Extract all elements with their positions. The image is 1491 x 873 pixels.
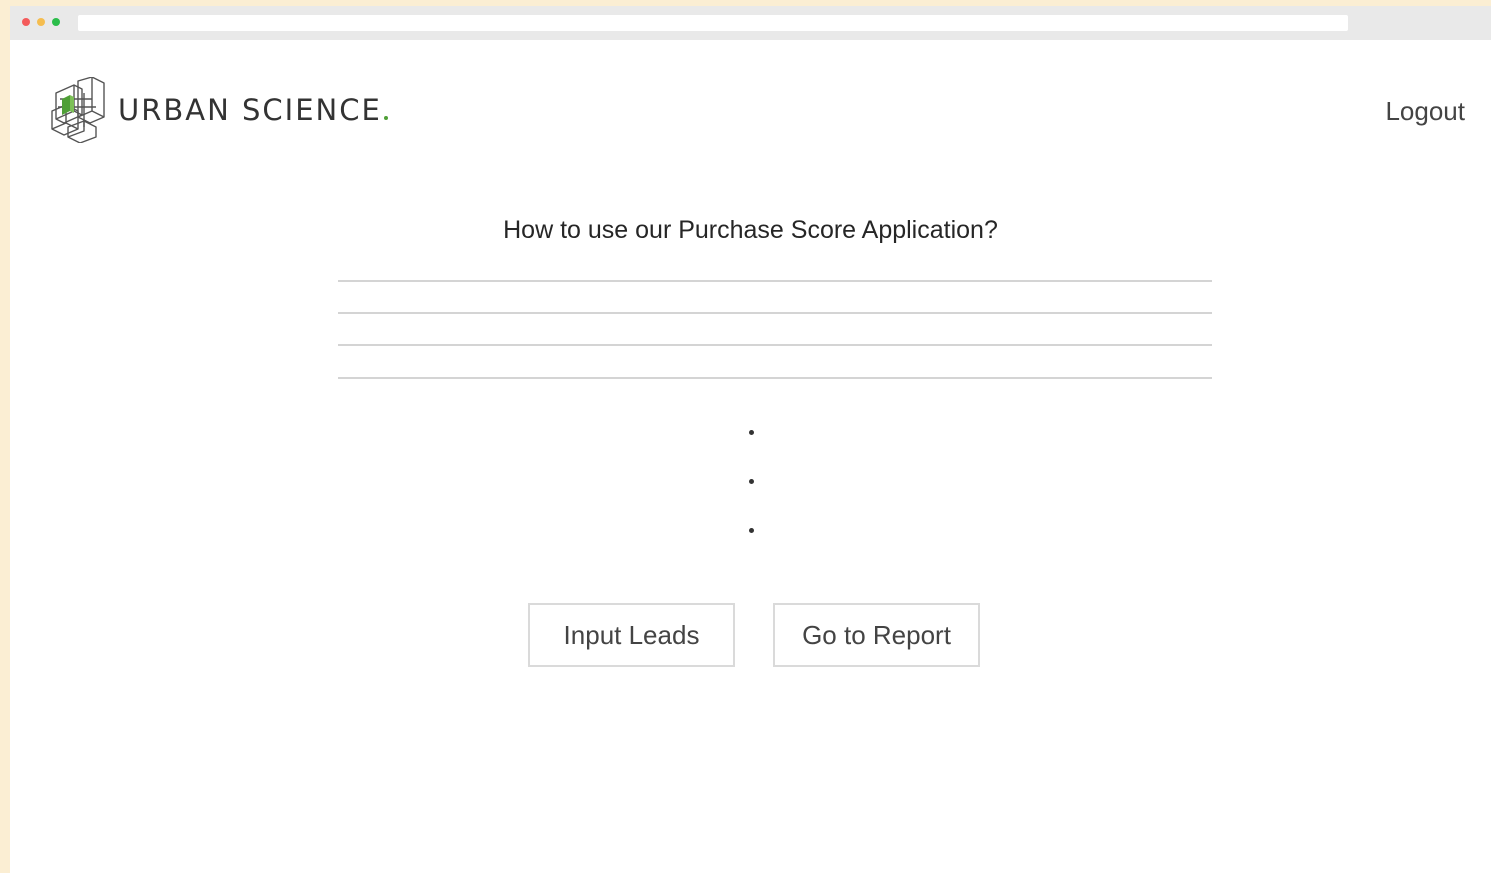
minimize-window-icon[interactable] <box>37 18 45 26</box>
urban-science-logo-icon <box>51 77 105 143</box>
bullet-point <box>749 430 754 435</box>
close-window-icon[interactable] <box>22 18 30 26</box>
browser-titlebar <box>10 6 1491 40</box>
divider-line <box>338 280 1212 282</box>
logout-link[interactable]: Logout <box>1385 96 1465 127</box>
bullet-point <box>749 528 754 533</box>
brand-name: URBAN SCIENCE <box>118 93 388 127</box>
browser-window: URBAN SCIENCE Logout How to use our Purc… <box>10 6 1491 873</box>
divider-line <box>338 344 1212 346</box>
brand-logo[interactable]: URBAN SCIENCE <box>48 76 388 144</box>
brand-dot <box>383 116 388 120</box>
bullet-point <box>749 479 754 484</box>
page-heading: How to use our Purchase Score Applicatio… <box>503 216 998 244</box>
address-bar[interactable] <box>78 15 1348 31</box>
input-leads-button[interactable]: Input Leads <box>528 603 735 667</box>
maximize-window-icon[interactable] <box>52 18 60 26</box>
divider-line <box>338 377 1212 379</box>
go-to-report-button[interactable]: Go to Report <box>773 603 980 667</box>
divider-line <box>338 312 1212 314</box>
